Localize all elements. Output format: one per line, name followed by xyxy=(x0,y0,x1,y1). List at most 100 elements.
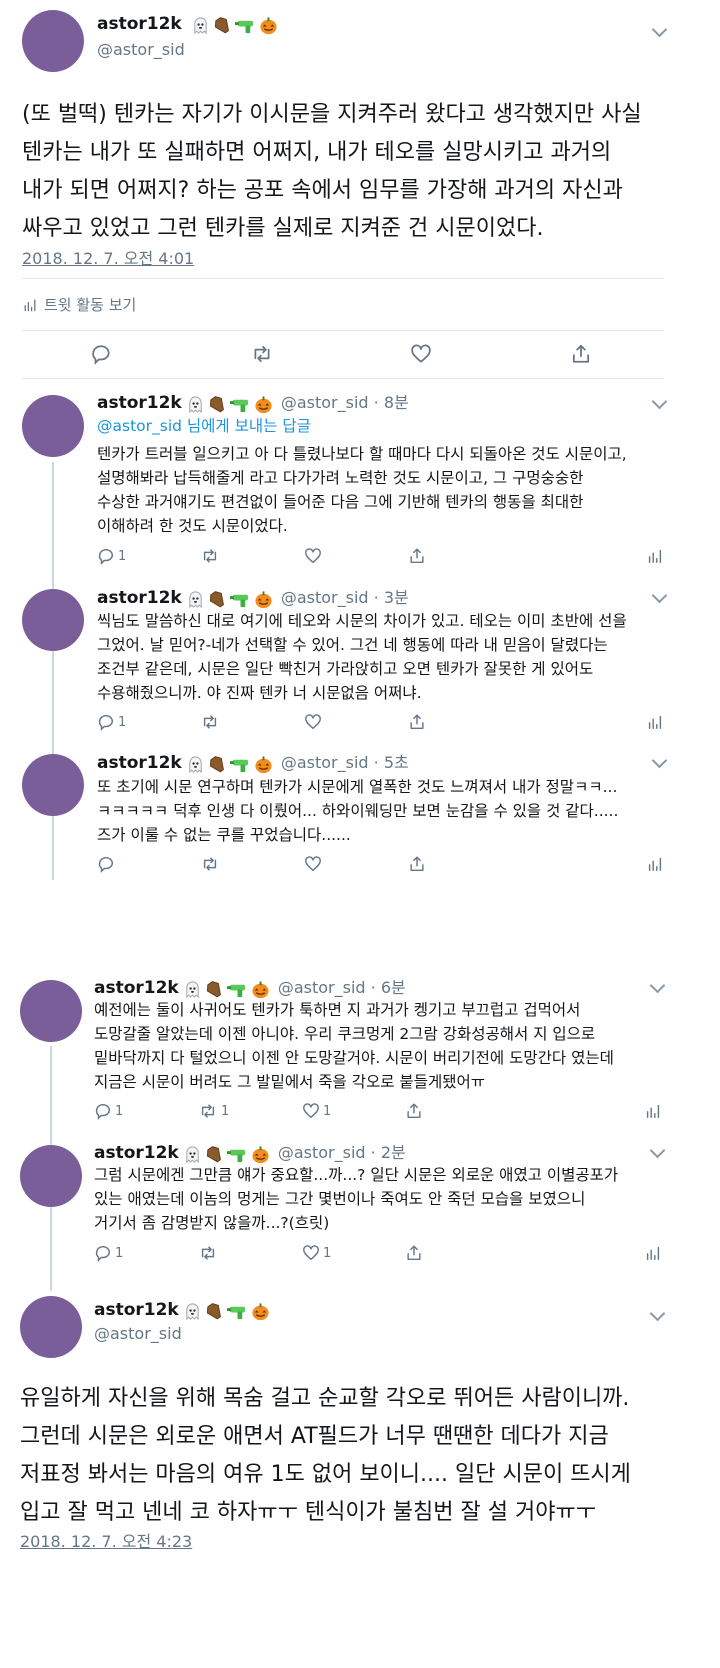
handle[interactable]: @astor_sid xyxy=(281,753,369,772)
display-name[interactable]: astor12k xyxy=(94,978,179,998)
display-name[interactable]: astor12k xyxy=(97,588,182,608)
reply-text: 또 초기에 시문 연구하며 텐카가 시문에게 열폭한 것도 느껴져서 내가 정말… xyxy=(97,775,687,847)
reply-time[interactable]: 5초 xyxy=(384,753,409,772)
reply-icon xyxy=(97,547,115,565)
reply-button[interactable]: 1 xyxy=(94,1102,123,1120)
like-icon xyxy=(304,547,322,565)
display-name[interactable]: astor12k xyxy=(94,1143,179,1163)
tweet-text: 유일하게 자신을 위해 목숨 걸고 순교할 각오로 뛰어든 사람이니까. 그런데… xyxy=(20,1380,680,1532)
handle[interactable]: @astor_sid xyxy=(278,1143,366,1162)
tweet-timestamp[interactable]: 2018. 12. 7. 오전 4:23 xyxy=(20,1528,192,1552)
like-button[interactable] xyxy=(304,713,325,731)
display-name[interactable]: astor12k xyxy=(97,393,182,413)
avatar[interactable] xyxy=(22,10,84,72)
coffin-icon xyxy=(208,590,227,609)
water-gun-icon xyxy=(230,755,251,774)
like-count: 1 xyxy=(323,1245,332,1261)
jack-o-lantern-icon xyxy=(251,1302,270,1321)
reply-line: 조건부 같은데, 시문은 일단 빡친거 가라앉히고 오면 텐카가 잘못한 게 있… xyxy=(97,660,594,678)
avatar[interactable] xyxy=(22,754,84,816)
share-icon xyxy=(405,1244,423,1262)
analytics-button[interactable] xyxy=(646,713,664,731)
name-emojis xyxy=(186,394,276,414)
share-button[interactable] xyxy=(408,855,426,873)
reply-line: 즈가 이룰 수 없는 쿠를 꾸었습니다...... xyxy=(97,826,351,844)
chevron-down-icon[interactable] xyxy=(651,21,668,38)
analytics-button[interactable] xyxy=(644,1244,662,1262)
display-name[interactable]: astor12k xyxy=(97,753,182,773)
display-name[interactable]: astor12k xyxy=(94,1300,179,1320)
like-button[interactable]: 1 xyxy=(302,1102,331,1120)
reply-header: astor12k @astor_sid · 2분 xyxy=(94,1143,406,1164)
avatar[interactable] xyxy=(20,980,82,1042)
retweet-button[interactable] xyxy=(200,713,223,731)
retweet-button[interactable]: 1 xyxy=(198,1102,229,1120)
share-button[interactable] xyxy=(570,343,592,365)
share-button[interactable] xyxy=(408,547,426,565)
reply-time[interactable]: 8분 xyxy=(384,393,409,412)
reply-line: 그럼 시문에겐 그만큼 얘가 중요할...까...? 일단 시문은 외로운 애였… xyxy=(94,1166,619,1184)
share-button[interactable] xyxy=(405,1244,423,1262)
reply-text: 텐카가 트러블 일으키고 아 다 틀렸나보다 할 때마다 다시 되돌아온 것도 … xyxy=(97,442,687,538)
tweet-activity-link[interactable]: 트윗 활동 보기 xyxy=(22,294,136,315)
coffin-icon xyxy=(205,1145,224,1164)
coffin-icon xyxy=(213,16,232,35)
avatar[interactable] xyxy=(20,1145,82,1207)
reply-button[interactable]: 1 xyxy=(97,713,126,731)
chevron-down-icon[interactable] xyxy=(651,587,668,604)
chevron-down-icon[interactable] xyxy=(651,393,668,410)
chevron-down-icon[interactable] xyxy=(651,752,668,769)
analytics-button[interactable] xyxy=(646,547,664,565)
chevron-down-icon[interactable] xyxy=(649,1142,666,1159)
like-button[interactable] xyxy=(410,343,432,365)
handle[interactable]: @astor_sid xyxy=(281,588,369,607)
reply-time[interactable]: 3분 xyxy=(384,588,409,607)
analytics-button[interactable] xyxy=(644,1102,662,1120)
reply-to-link[interactable]: @astor_sid xyxy=(97,417,182,435)
share-button[interactable] xyxy=(405,1102,423,1120)
retweet-button[interactable] xyxy=(250,343,274,365)
reply-to-label: 님에게 보내는 답글 xyxy=(181,417,311,435)
name-emojis xyxy=(186,754,276,774)
reply-text: 그럼 시문에겐 그만큼 얘가 중요할...까...? 일단 시문은 외로운 애였… xyxy=(94,1163,684,1235)
retweet-icon xyxy=(250,343,274,365)
like-button[interactable] xyxy=(304,855,325,873)
retweet-icon xyxy=(198,1102,218,1120)
avatar[interactable] xyxy=(22,395,84,457)
reply-line: 수상한 과거얘기도 편견없이 들어준 다음 그에 기반해 텐카의 행동을 최대한 xyxy=(97,493,584,511)
tweet-timestamp[interactable]: 2018. 12. 7. 오전 4:01 xyxy=(22,245,194,269)
retweet-button[interactable] xyxy=(198,1244,221,1262)
like-button[interactable]: 1 xyxy=(302,1244,331,1262)
like-button[interactable] xyxy=(304,547,325,565)
retweet-button[interactable] xyxy=(200,855,223,873)
reply-button[interactable]: 1 xyxy=(97,547,126,565)
handle[interactable]: @astor_sid xyxy=(94,1324,182,1343)
reply-button[interactable]: 1 xyxy=(94,1244,123,1262)
share-button[interactable] xyxy=(408,713,426,731)
ghost-icon xyxy=(183,1145,202,1164)
share-icon xyxy=(570,343,592,365)
reply-icon xyxy=(90,343,112,365)
reply-header: astor12k @astor_sid · 5초 xyxy=(97,753,409,774)
reply-button[interactable] xyxy=(97,855,118,873)
chevron-down-icon[interactable] xyxy=(649,977,666,994)
reply-button[interactable] xyxy=(90,343,112,365)
reply-line: 있는 애였는데 이놈의 멍게는 그간 몇번이나 죽여도 안 죽던 모습을 보였으… xyxy=(94,1190,586,1208)
display-name[interactable]: astor12k xyxy=(97,14,182,34)
handle[interactable]: @astor_sid xyxy=(97,40,185,59)
like-icon xyxy=(302,1102,320,1120)
handle[interactable]: @astor_sid xyxy=(281,393,369,412)
analytics-icon xyxy=(22,297,38,313)
chevron-down-icon[interactable] xyxy=(649,1305,666,1322)
reply-line: 설명해봐라 납득해줄게 라고 다가가려 노력한 것도 시문이고, 그 구멍숭숭한 xyxy=(97,469,584,487)
reply-time[interactable]: 6분 xyxy=(381,978,406,997)
avatar[interactable] xyxy=(22,589,84,651)
analytics-button[interactable] xyxy=(646,855,664,873)
handle[interactable]: @astor_sid xyxy=(278,978,366,997)
tweet-text: (또 벌떡) 텐카는 자기가 이시문을 지켜주러 왔다고 생각했지만 사실 텐카… xyxy=(22,96,682,248)
avatar[interactable] xyxy=(20,1296,82,1358)
like-icon xyxy=(410,343,432,365)
retweet-button[interactable] xyxy=(200,547,223,565)
water-gun-icon xyxy=(230,590,251,609)
reply-time[interactable]: 2분 xyxy=(381,1143,406,1162)
